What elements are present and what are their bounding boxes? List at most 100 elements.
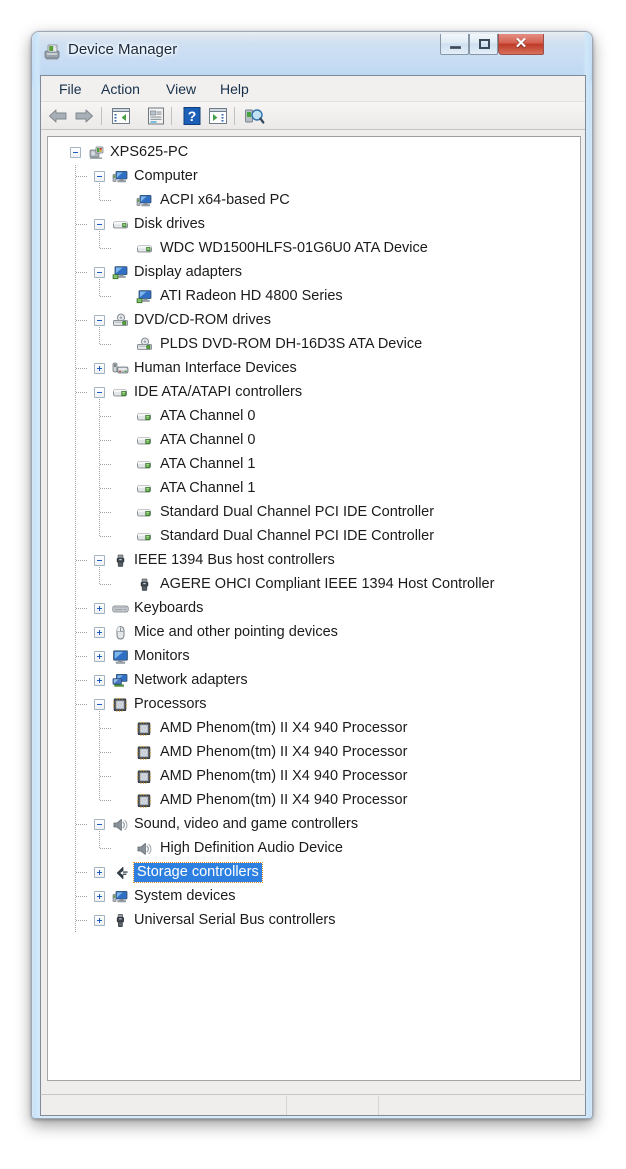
tree-item-label: IEEE 1394 Bus host controllers [134, 552, 335, 568]
tree-item[interactable]: ATI Radeon HD 4800 Series [48, 285, 580, 309]
tree-connector [100, 728, 112, 729]
tree-item[interactable]: High Definition Audio Device [48, 837, 580, 861]
tree-item[interactable]: Mice and other pointing devices [48, 621, 580, 645]
title-bar[interactable]: Device Manager ✕ [32, 32, 592, 75]
tree-expander-plus-icon[interactable] [94, 603, 105, 614]
tree-expander-plus-icon[interactable] [94, 915, 105, 926]
tree-item[interactable]: System devices [48, 885, 580, 909]
forward-button[interactable] [73, 105, 95, 127]
menu-bar: File Action View Help [41, 76, 585, 102]
tree-item[interactable]: AMD Phenom(tm) II X4 940 Processor [48, 789, 580, 813]
tree-expander-minus-icon[interactable] [94, 699, 105, 710]
tree-connector [75, 765, 76, 789]
tree-item[interactable]: ATA Channel 0 [48, 429, 580, 453]
close-button[interactable]: ✕ [498, 34, 544, 55]
client-area: File Action View Help ? XPS625-PC Comput… [40, 75, 586, 1111]
tree-expander-minus-icon[interactable] [94, 315, 105, 326]
menu-file[interactable]: File [53, 80, 88, 98]
tree-connector [75, 333, 76, 357]
tree-expander-minus-icon[interactable] [70, 147, 81, 158]
tree-item[interactable]: Universal Serial Bus controllers [48, 909, 580, 933]
tree-item[interactable]: Display adapters [48, 261, 580, 285]
tree-connector [75, 597, 76, 621]
tree-connector [75, 477, 76, 501]
tree-item[interactable]: Computer [48, 165, 580, 189]
properties-button[interactable] [145, 105, 167, 127]
tree-item[interactable]: AMD Phenom(tm) II X4 940 Processor [48, 741, 580, 765]
tree-item[interactable]: Sound, video and game controllers [48, 813, 580, 837]
tree-connector [100, 512, 112, 513]
tree-item[interactable]: PLDS DVD-ROM DH-16D3S ATA Device [48, 333, 580, 357]
tree-expander-plus-icon[interactable] [94, 891, 105, 902]
maximize-button[interactable] [469, 34, 498, 55]
tree-expander-plus-icon[interactable] [94, 651, 105, 662]
tree-connector [100, 296, 112, 297]
expander-bar-h [97, 176, 102, 177]
tree-item[interactable]: Standard Dual Channel PCI IDE Controller [48, 525, 580, 549]
tree-connector [76, 224, 88, 225]
tree-item[interactable]: WDC WD1500HLFS-01G6U0 ATA Device [48, 237, 580, 261]
tree-item[interactable]: AGERE OHCI Compliant IEEE 1394 Host Cont… [48, 573, 580, 597]
tree-item[interactable]: DVD/CD-ROM drives [48, 309, 580, 333]
expander-bar-h [97, 704, 102, 705]
tree-item[interactable]: Monitors [48, 645, 580, 669]
tree-item-label: IDE ATA/ATAPI controllers [134, 384, 303, 400]
tree-connector [100, 248, 112, 249]
tree-expander-minus-icon[interactable] [94, 387, 105, 398]
tree-item-label: ATA Channel 1 [160, 456, 256, 472]
tree-item[interactable]: IEEE 1394 Bus host controllers [48, 549, 580, 573]
menu-action[interactable]: Action [95, 80, 146, 98]
tree-item[interactable]: ACPI x64-based PC [48, 189, 580, 213]
tree-item-label: ATA Channel 0 [160, 432, 256, 448]
tree-item[interactable]: Disk drives [48, 213, 580, 237]
device-tree-panel[interactable]: XPS625-PC Computer ACPI x64-based PC Disk d… [47, 136, 581, 1081]
tree-item[interactable]: Human Interface Devices [48, 357, 580, 381]
expander-bar-h [97, 272, 102, 273]
expander-bar-v [99, 630, 100, 635]
tree-item[interactable]: IDE ATA/ATAPI controllers [48, 381, 580, 405]
toolbar-separator [101, 107, 102, 125]
tree-item[interactable]: Standard Dual Channel PCI IDE Controller [48, 501, 580, 525]
tree-item[interactable]: Network adapters [48, 669, 580, 693]
tree-item[interactable]: ATA Channel 0 [48, 405, 580, 429]
tree-connector [75, 741, 76, 765]
minimize-button[interactable] [440, 34, 469, 55]
tree-item[interactable]: AMD Phenom(tm) II X4 940 Processor [48, 765, 580, 789]
tree-item[interactable]: ATA Channel 1 [48, 477, 580, 501]
tree-expander-plus-icon[interactable] [94, 675, 105, 686]
tree-item[interactable]: Storage controllers [48, 861, 580, 885]
tree-connector [75, 285, 76, 309]
tree-expander-plus-icon[interactable] [94, 627, 105, 638]
tree-item[interactable]: XPS625-PC [48, 141, 580, 165]
tree-item-label: AGERE OHCI Compliant IEEE 1394 Host Cont… [160, 576, 495, 592]
tree-connector [100, 416, 112, 417]
tree-item[interactable]: ATA Channel 1 [48, 453, 580, 477]
properties-icon [148, 107, 164, 125]
tree-connector [75, 717, 76, 741]
tree-expander-minus-icon[interactable] [94, 555, 105, 566]
tree-item[interactable]: Processors [48, 693, 580, 717]
show-hide-console-tree-button[interactable] [110, 105, 132, 127]
tree-expander-plus-icon[interactable] [94, 867, 105, 878]
tree-expander-minus-icon[interactable] [94, 171, 105, 182]
expander-bar-h [97, 560, 102, 561]
tree-item[interactable]: Keyboards [48, 597, 580, 621]
menu-view[interactable]: View [160, 80, 202, 98]
scan-hardware-icon [245, 109, 265, 124]
tree-expander-minus-icon[interactable] [94, 267, 105, 278]
tree-connector [75, 885, 76, 909]
update-driver-button[interactable] [207, 105, 229, 127]
tree-expander-minus-icon[interactable] [94, 219, 105, 230]
tree-connector [99, 765, 100, 789]
scan-for-hardware-changes-button[interactable] [243, 105, 265, 127]
back-button[interactable] [47, 105, 69, 127]
tree-connector [75, 549, 76, 573]
tree-expander-minus-icon[interactable] [94, 819, 105, 830]
tree-connector [75, 501, 76, 525]
menu-help[interactable]: Help [214, 80, 255, 98]
help-button[interactable]: ? [181, 105, 203, 127]
tree-expander-plus-icon[interactable] [94, 363, 105, 374]
tree-connector [99, 741, 100, 765]
tree-item[interactable]: AMD Phenom(tm) II X4 940 Processor [48, 717, 580, 741]
tree-item-label: Human Interface Devices [134, 360, 297, 376]
